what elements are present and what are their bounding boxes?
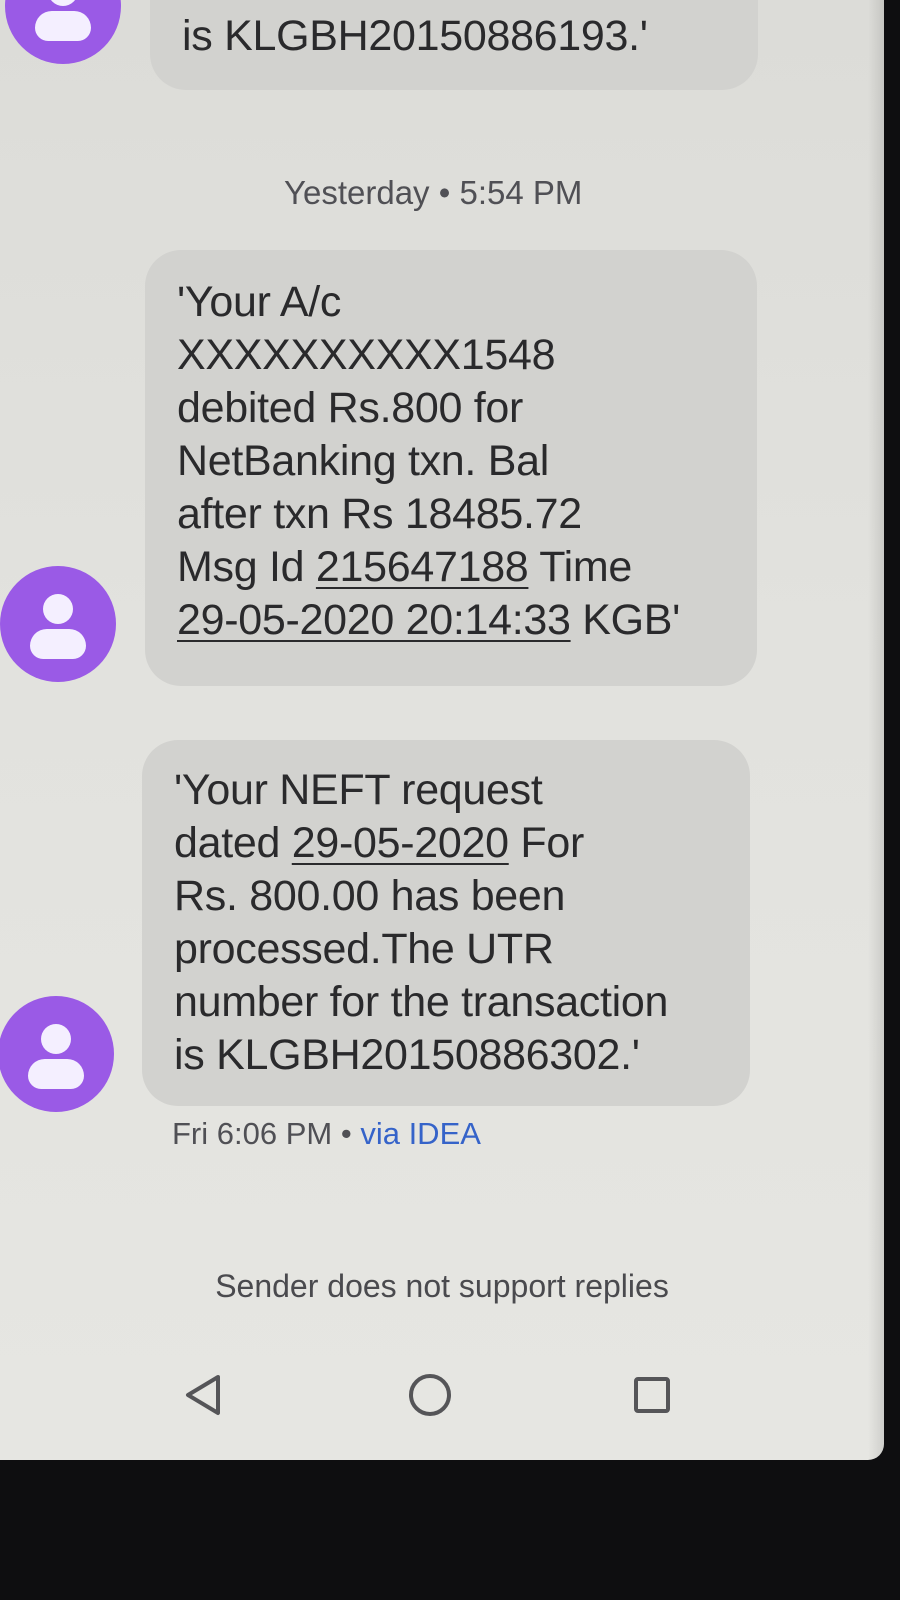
timestamp-separator: •	[438, 174, 451, 211]
msg-id-link[interactable]: 215647188	[316, 543, 529, 591]
message-line: is KLGBH20150886302.'	[174, 1031, 640, 1079]
message-line: 'Your NEFT request	[174, 766, 543, 814]
message-line: Rs. 800.00 has been	[174, 872, 566, 920]
message-text: 'Your A/c XXXXXXXXXX1548 debited Rs.800 …	[177, 276, 680, 647]
message-line: XXXXXXXXXX1548	[177, 331, 556, 379]
sender-avatar[interactable]	[0, 996, 114, 1112]
carrier-link[interactable]: via IDEA	[360, 1116, 481, 1151]
timestamp-clock: 5:54 PM	[459, 174, 583, 211]
message-text: is KLGBH20150886193.'	[182, 12, 648, 60]
datetime-link[interactable]: 29-05-2020 20:14:33	[177, 596, 571, 644]
message-line-fragment: Msg Id	[177, 543, 316, 591]
message-line: after txn Rs 18485.72	[177, 490, 582, 538]
message-bubble-debit[interactable]: 'Your A/c XXXXXXXXXX1548 debited Rs.800 …	[145, 250, 757, 686]
reply-disabled-note: Sender does not support replies	[215, 1268, 669, 1304]
sender-avatar[interactable]	[5, 0, 121, 64]
recents-square-icon[interactable]	[622, 1365, 682, 1425]
message-bubble-neft[interactable]: 'Your NEFT request dated 29-05-2020 For …	[142, 740, 750, 1106]
footer-time: Fri 6:06 PM	[172, 1116, 333, 1151]
home-circle-icon[interactable]	[400, 1365, 460, 1425]
timestamp-day: Yesterday	[284, 174, 430, 211]
message-line-fragment: dated	[174, 819, 292, 867]
back-triangle-icon[interactable]	[174, 1365, 234, 1425]
message-footer: Fri 6:06 PM • via IDEA	[172, 1116, 481, 1152]
message-line: NetBanking txn. Bal	[177, 437, 549, 485]
message-text: 'Your NEFT request dated 29-05-2020 For …	[174, 764, 668, 1082]
person-icon	[43, 594, 73, 624]
person-icon	[48, 0, 78, 6]
message-line-fragment: For	[508, 819, 584, 867]
message-line: number for the transaction	[174, 978, 669, 1026]
message-line-fragment: Time	[528, 543, 633, 591]
navigation-bar	[0, 1355, 884, 1435]
message-line: debited Rs.800 for	[177, 384, 523, 432]
date-link[interactable]: 29-05-2020	[292, 819, 509, 867]
timestamp-divider: Yesterday • 5:54 PM	[284, 174, 582, 212]
sender-avatar[interactable]	[0, 566, 116, 682]
message-thread-screen: is KLGBH20150886193.' Yesterday • 5:54 P…	[0, 0, 884, 1460]
footer-separator: •	[340, 1116, 352, 1151]
message-line: processed.The UTR	[174, 925, 554, 973]
person-icon	[41, 1024, 71, 1054]
screen-edge-shadow	[868, 0, 884, 1460]
message-bubble-previous[interactable]: is KLGBH20150886193.'	[150, 0, 758, 90]
message-line-fragment: KGB'	[570, 596, 681, 644]
message-line: 'Your A/c	[177, 278, 342, 326]
